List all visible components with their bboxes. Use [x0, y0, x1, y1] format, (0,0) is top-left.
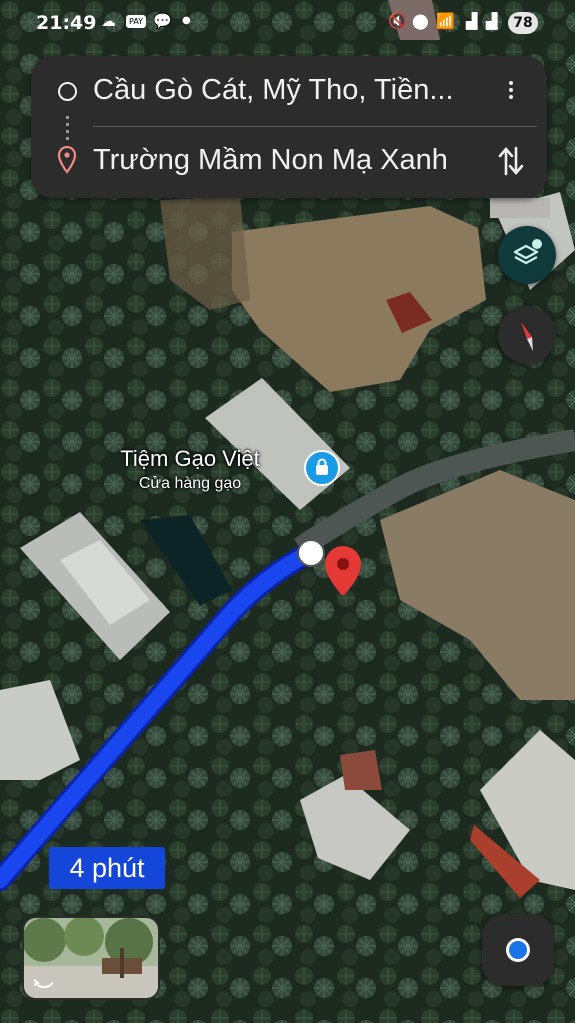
status-bar: 21:49 ☁ PAY 💬 ● 🔇 ⬤ 📶 ▟ ▟ 78	[0, 0, 575, 48]
location-icon: ⬤	[412, 12, 429, 30]
compass-icon	[521, 322, 533, 351]
more-options-icon[interactable]	[503, 78, 519, 108]
place-label[interactable]: Tiệm Gạo Việt Cửa hàng gạo	[70, 446, 310, 493]
destination-pin-icon	[57, 146, 77, 174]
chat-icon: 💬	[153, 12, 172, 30]
signal-icon: ▟	[486, 12, 498, 30]
swap-icon[interactable]	[497, 144, 525, 178]
origin-field[interactable]: Cầu Gò Cát, Mỹ Tho, Tiền...	[93, 74, 483, 107]
route-duration-label[interactable]: 4 phút	[49, 847, 165, 889]
my-location-icon	[506, 938, 530, 962]
shopping-bag-icon[interactable]	[304, 450, 340, 486]
street-view-image	[24, 918, 158, 998]
mute-icon: 🔇	[388, 12, 407, 30]
place-category: Cửa hàng gạo	[138, 475, 242, 492]
origin-row[interactable]: Cầu Gò Cát, Mỹ Tho, Tiền...	[31, 62, 547, 122]
street-view-thumbnail[interactable]	[22, 916, 160, 1000]
signal-icon: ▟	[466, 12, 478, 30]
wifi-icon: 📶	[436, 12, 455, 30]
status-time: 21:49	[36, 12, 97, 34]
route-start-marker	[297, 539, 325, 567]
origin-circle-icon	[58, 82, 77, 101]
battery-indicator: 78	[508, 12, 538, 34]
place-name[interactable]: Tiệm Gạo Việt	[70, 446, 310, 472]
compass-button[interactable]	[498, 306, 556, 364]
cloud-icon: ☁	[101, 12, 116, 30]
pay-icon: PAY	[126, 15, 147, 28]
directions-card: Cầu Gò Cát, Mỹ Tho, Tiền... Trường Mầm N…	[31, 56, 547, 198]
layers-button[interactable]	[498, 226, 556, 284]
destination-row[interactable]: Trường Mầm Non Mạ Xanh	[31, 132, 547, 192]
dot-icon: ●	[182, 15, 191, 26]
destination-field[interactable]: Trường Mầm Non Mạ Xanh	[93, 144, 483, 177]
layers-icon	[513, 239, 542, 265]
divider	[93, 126, 537, 127]
my-location-button[interactable]	[482, 914, 554, 986]
